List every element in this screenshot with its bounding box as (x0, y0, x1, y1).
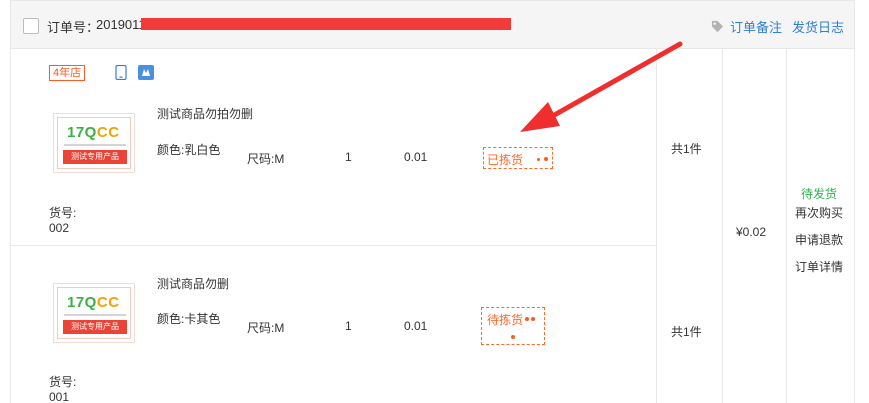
thumbnail-tagline (64, 314, 126, 316)
product-thumbnail[interactable]: 17QCC 测试专用产品 (53, 113, 135, 173)
pick-status-label: 待拣货 (487, 313, 524, 327)
order-card: 订单号： 2019011 订单备注 发货日志 4年店 17QCC 测试专用产品 … (10, 0, 855, 403)
product-thumbnail[interactable]: 17QCC 测试专用产品 (53, 283, 135, 343)
shipping-log-link[interactable]: 发货日志 (792, 17, 844, 36)
order-header: 订单号： 2019011 订单备注 发货日志 (11, 1, 854, 49)
divider-goods-count (656, 49, 657, 403)
item-color: 颜色:乳白色 (157, 143, 221, 157)
tag-icon (711, 20, 724, 33)
order-number-value: 2019011 (96, 17, 146, 32)
thumbnail-logo: 17QCC (67, 124, 120, 141)
item-title[interactable]: 测试商品勿拍勿删 (157, 105, 253, 122)
phone-icon (115, 65, 127, 80)
item-size: 尺码:M (247, 321, 285, 335)
status-dot (544, 157, 548, 161)
status-dot (511, 335, 515, 339)
refund-link[interactable]: 申请退款 (795, 231, 843, 248)
divider-count-total (722, 49, 723, 403)
thumbnail-tagline (64, 144, 126, 146)
thumbnail-banner: 测试专用产品 (63, 320, 127, 334)
status-dot (537, 158, 540, 161)
item-price: 0.01 (404, 319, 428, 333)
status-dot (525, 317, 529, 321)
divider-total-status (786, 49, 787, 403)
item-count: 共1件 (671, 142, 702, 156)
item-title[interactable]: 测试商品勿删 (157, 275, 229, 292)
mini-program-icon (138, 65, 154, 80)
status-dot (531, 317, 535, 321)
item-number: 002 (49, 221, 70, 235)
order-total: ¥0.02 (736, 225, 767, 239)
order-select-checkbox[interactable] (23, 18, 39, 34)
item-number-label: 货号: (49, 206, 77, 220)
pick-status-label: 已拣货 (487, 153, 524, 167)
pick-status-button[interactable]: 已拣货 (483, 147, 553, 169)
item-size: 尺码:M (247, 152, 285, 166)
rebuy-link[interactable]: 再次购买 (795, 204, 843, 221)
thumbnail-frame: 17QCC 测试专用产品 (57, 287, 131, 339)
item-price: 0.01 (404, 150, 428, 164)
item-row-divider (11, 245, 656, 246)
pick-status-button[interactable]: 待拣货 (481, 307, 545, 345)
redaction-bar (141, 18, 511, 30)
thumbnail-banner: 测试专用产品 (63, 150, 127, 164)
order-number-label: 订单号： (47, 20, 100, 35)
header-links: 订单备注 发货日志 (711, 17, 844, 36)
item-color: 颜色:卡其色 (157, 312, 221, 326)
order-status: 待发货 (801, 187, 838, 201)
shop-age-badge: 4年店 (49, 65, 86, 81)
item-number-label: 货号: (49, 375, 77, 389)
thumbnail-logo: 17QCC (67, 294, 120, 311)
item-number: 001 (49, 390, 70, 403)
order-detail-link[interactable]: 订单详情 (795, 258, 843, 275)
item-count: 共1件 (671, 325, 702, 339)
item-quantity: 1 (345, 150, 352, 164)
order-remark-link[interactable]: 订单备注 (730, 17, 782, 36)
item-quantity: 1 (345, 319, 352, 333)
thumbnail-frame: 17QCC 测试专用产品 (57, 117, 131, 169)
